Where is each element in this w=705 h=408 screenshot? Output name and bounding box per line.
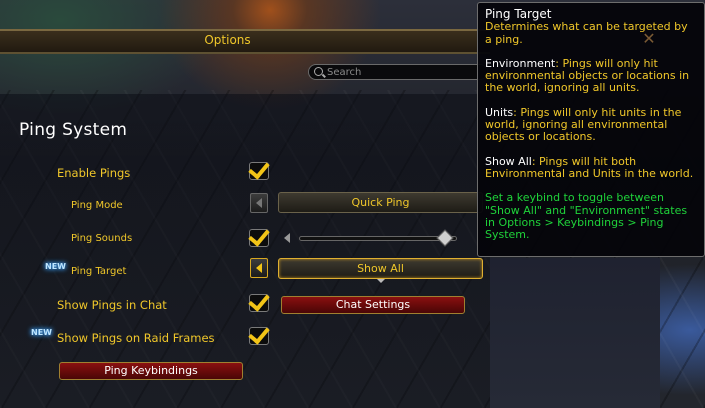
show-pings-raid-label: Show Pings on Raid Frames <box>57 331 215 345</box>
show-pings-chat-label: Show Pings in Chat <box>57 298 167 312</box>
arrow-left-icon <box>256 263 262 273</box>
scenery-shadow <box>490 258 660 408</box>
arrow-left-icon <box>256 198 262 208</box>
ping-target-tooltip: Ping Target Determines what can be targe… <box>477 2 705 257</box>
tooltip-environment-key: Environment <box>485 56 556 70</box>
ping-sounds-checkbox[interactable] <box>248 224 270 247</box>
tooltip-units-text: : Pings will only hit units in the world… <box>485 105 682 144</box>
window-title: Options <box>204 33 251 47</box>
show-pings-chat-checkbox[interactable] <box>248 289 270 312</box>
settings-panel <box>0 94 490 408</box>
search-input[interactable] <box>327 65 477 79</box>
chevron-down-icon <box>376 279 385 283</box>
tooltip-show-all: Show All: Pings will hit both Environmen… <box>485 154 697 181</box>
ping-target-label: Ping Target <box>71 266 127 277</box>
enable-pings-label: Enable Pings <box>57 166 131 180</box>
tooltip-environment: Environment: Pings will only hit environ… <box>485 56 697 95</box>
ping-mode-dropdown[interactable]: Quick Ping <box>278 192 483 213</box>
new-badge: NEW <box>31 328 52 337</box>
close-icon[interactable]: ✕ <box>641 31 657 47</box>
search-icon <box>314 67 323 76</box>
volume-decrease-icon[interactable] <box>284 233 290 243</box>
tooltip-title: Ping Target <box>485 7 552 21</box>
ping-mode-label: Ping Mode <box>71 200 123 211</box>
show-pings-raid-checkbox[interactable] <box>248 322 270 345</box>
new-badge: NEW <box>45 262 66 271</box>
options-header-bar: Options <box>0 29 490 54</box>
tooltip-description: Determines what can be targeted by a pin… <box>485 20 688 46</box>
tooltip-show-all-key: Show All <box>485 154 532 168</box>
ping-target-prev-button[interactable] <box>250 258 268 278</box>
ping-mode-prev-button[interactable] <box>250 193 268 213</box>
chat-settings-button[interactable]: Chat Settings <box>281 296 465 314</box>
section-title: Ping System <box>19 120 128 140</box>
tooltip-keybind-note: Set a keybind to toggle between "Show Al… <box>485 191 688 242</box>
enable-pings-checkbox[interactable] <box>248 157 270 180</box>
ping-sounds-label: Ping Sounds <box>71 233 133 244</box>
ping-target-dropdown[interactable]: Show All <box>278 258 483 283</box>
ping-keybindings-button[interactable]: Ping Keybindings <box>59 362 243 380</box>
tooltip-units: Units: Pings will only hit units in the … <box>485 105 697 144</box>
search-box[interactable] <box>308 64 488 80</box>
tooltip-units-key: Units <box>485 105 514 119</box>
ping-sounds-volume-slider[interactable] <box>299 236 457 241</box>
ping-target-value: Show All <box>357 262 404 275</box>
